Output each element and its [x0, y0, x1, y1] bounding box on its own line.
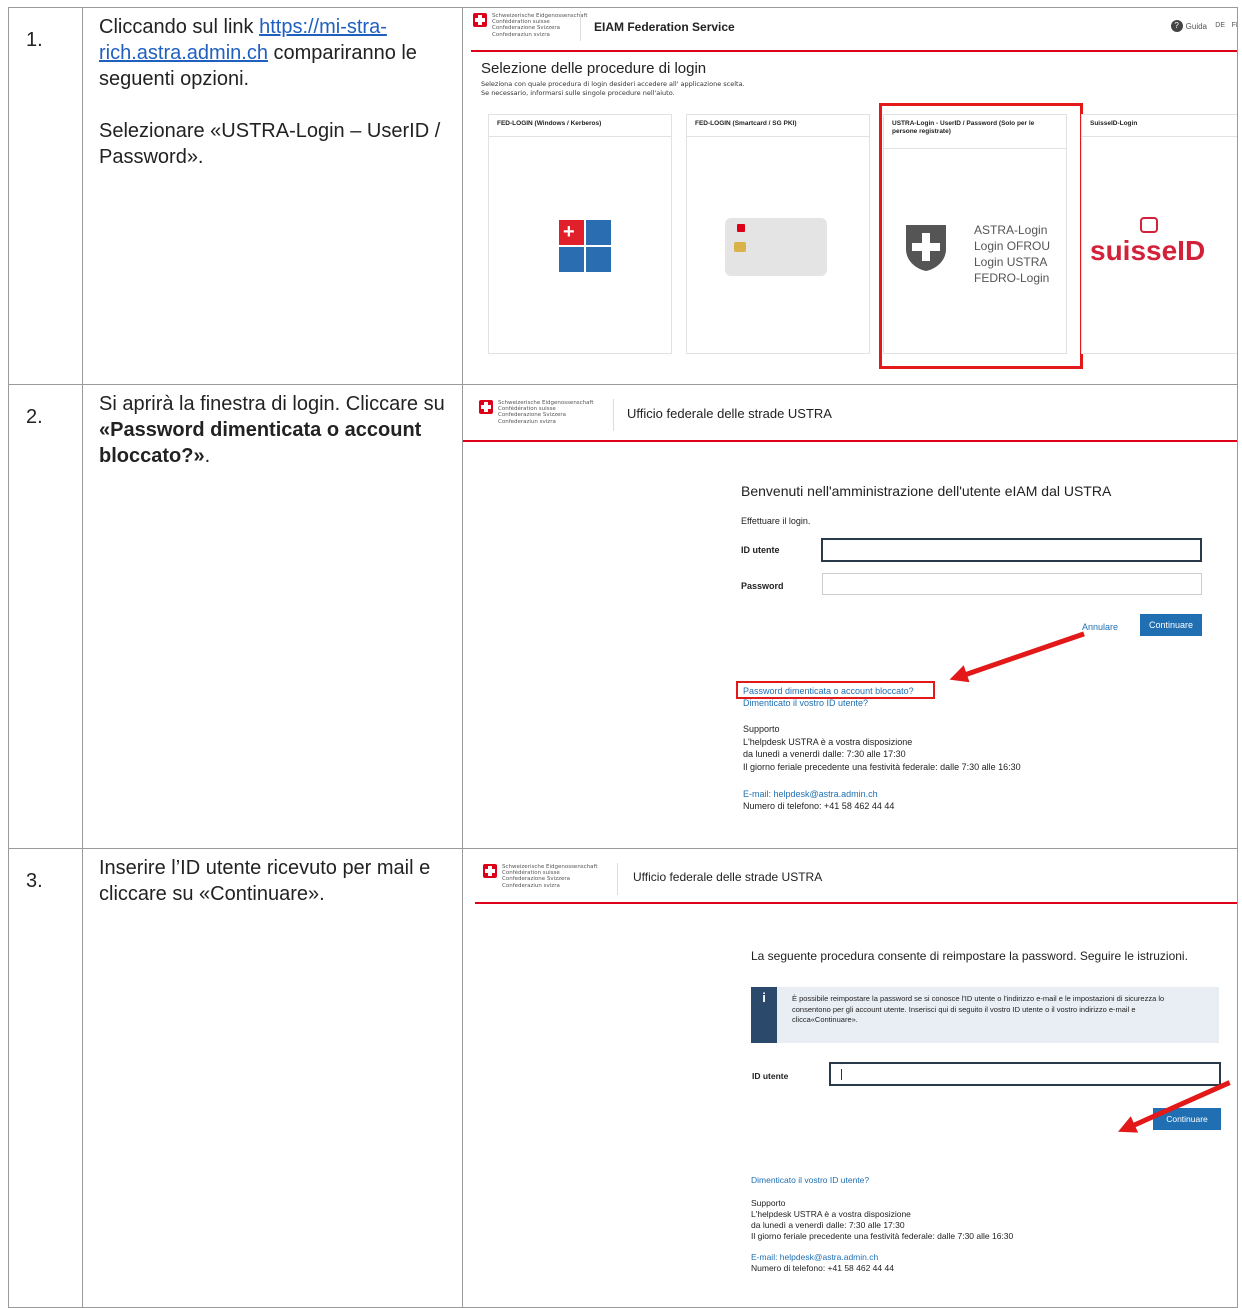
header-divider [475, 902, 1237, 904]
continue-button[interactable]: Continuare [1140, 614, 1202, 636]
windows-icon: + [559, 220, 611, 272]
federal-logo: Schweizerische Eidgenossenschaft Confédér… [479, 400, 594, 425]
support-info: Supporto L'helpdesk USTRA è a vostra disp… [743, 724, 1021, 772]
federal-logo: Schweizerische Eidgenossenschaft Confédér… [483, 864, 598, 889]
instruction-text: Seleziona con quale procedura di login d… [481, 80, 745, 88]
userid-label: ID utente [741, 545, 780, 555]
welcome-heading: Benvenuti nell'amministrazione dell'uten… [741, 483, 1112, 499]
federal-names: Schweizerische Eidgenossenschaft Confédér… [492, 13, 588, 38]
userid-input[interactable] [821, 538, 1202, 562]
step-text: Cliccando sul link [99, 16, 260, 38]
office-title: Ufficio federale delle strade USTRA [633, 870, 823, 884]
suisseid-logo: suisseID [1090, 235, 1206, 266]
info-box: i È possibile reimpostare la password se… [751, 987, 1219, 1043]
step-row-3: 3. Inserire l’ID utente ricevuto per mai… [8, 848, 1238, 1308]
step-text: Inserire l’ID utente ricevuto per mail e… [99, 857, 431, 905]
card-suisseid[interactable]: SuisseID-Login suisseID [1081, 114, 1237, 354]
forgot-userid-link[interactable]: Dimenticato il vostro ID utente? [743, 698, 868, 708]
step-number: 3. [8, 848, 83, 1308]
step-number: 1. [8, 7, 83, 385]
userid-label: ID utente [752, 1071, 789, 1081]
card-kerberos[interactable]: FED-LOGIN (Windows / Kerberos) + [488, 114, 672, 354]
step-description: Inserire l’ID utente ricevuto per mail e… [82, 848, 463, 1308]
instruction-table: 1. Cliccando sul link https://mi-stra-ri… [8, 7, 1238, 1308]
service-title: EIAM Federation Service [594, 20, 735, 34]
password-input[interactable] [822, 573, 1202, 595]
step-row-1: 1. Cliccando sul link https://mi-stra-ri… [8, 7, 1238, 385]
swiss-flag-icon [479, 400, 493, 414]
highlight-box [736, 681, 935, 699]
step-number: 2. [8, 384, 83, 849]
swiss-flag-icon [473, 13, 487, 27]
swiss-flag-icon [483, 864, 497, 878]
support-email-link[interactable]: E-mail: helpdesk@astra.admin.ch [743, 789, 878, 799]
step-text-bold: «Password dimenticata o account bloccato… [99, 419, 422, 467]
info-icon: i [751, 987, 777, 1043]
smartcard-icon [725, 218, 827, 276]
step-row-2: 2. Si aprirà la finestra di login. Clicc… [8, 384, 1238, 849]
cancel-link[interactable]: Annulare [1082, 622, 1118, 632]
screenshot-login-form: Schweizerische Eidgenossenschaft Confédér… [462, 384, 1238, 849]
step-description: Si aprirà la finestra di login. Cliccare… [82, 384, 463, 849]
support-info: Supporto L'helpdesk USTRA è a vostra disp… [751, 1198, 1014, 1241]
highlight-box [879, 103, 1083, 369]
password-label: Password [741, 581, 784, 591]
help-link[interactable]: ? Guida [1170, 20, 1207, 32]
instruction-text: Se necessario, informarsi sulle singole … [481, 89, 675, 97]
lang-fr[interactable]: FR [1232, 22, 1237, 29]
header-divider [471, 50, 1237, 52]
help-icon: ? [1170, 20, 1183, 32]
card-smartcard[interactable]: FED-LOGIN (Smartcard / SG PKI) [686, 114, 870, 354]
header-divider [463, 440, 1237, 442]
info-text: È possibile reimpostare la password se s… [792, 994, 1165, 1024]
userid-input[interactable] [829, 1062, 1221, 1086]
page-heading: Selezione delle procedure di login [481, 60, 707, 77]
support-email-link[interactable]: E-mail: helpdesk@astra.admin.ch [751, 1252, 878, 1262]
intro-text: La seguente procedura consente di reimpo… [751, 949, 1188, 963]
office-title: Ufficio federale delle strade USTRA [627, 406, 832, 421]
forgot-userid-link[interactable]: Dimenticato il vostro ID utente? [751, 1175, 869, 1185]
red-arrow-icon [962, 631, 1085, 678]
federal-logo: Schweizerische Eidgenossenschaft Confédér… [473, 13, 588, 38]
step-text: Selezionare «USTRA-Login – UserID / Pass… [99, 120, 441, 168]
step-text: Si aprirà la finestra di login. Cliccare… [99, 393, 445, 415]
suisseid-chip-icon [1140, 217, 1158, 233]
login-prompt: Effettuare il login. [741, 516, 811, 526]
lang-de[interactable]: DE [1215, 22, 1225, 29]
support-phone: Numero di telefono: +41 58 462 44 44 [751, 1263, 894, 1273]
screenshot-login-selection: Schweizerische Eidgenossenschaft Confédér… [462, 7, 1238, 385]
support-phone: Numero di telefono: +41 58 462 44 44 [743, 801, 895, 811]
step-description: Cliccando sul link https://mi-stra-rich.… [82, 7, 463, 385]
screenshot-reset-form: Schweizerische Eidgenossenschaft Confédér… [462, 848, 1238, 1308]
